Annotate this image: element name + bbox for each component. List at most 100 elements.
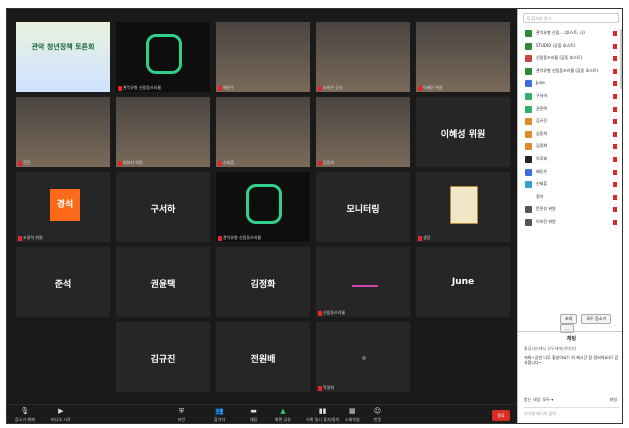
video-tile[interactable]: 준석 [15, 246, 111, 318]
video-tile[interactable]: 관악유향 신림동쓰리룸 [215, 171, 311, 243]
video-tile[interactable]: 신재훈 [215, 96, 311, 168]
breakout-button[interactable]: ▦ 소회의실 [345, 407, 360, 423]
video-tile[interactable]: 관악유향 신림동쓰리룸 [115, 21, 211, 93]
participant-row[interactable]: 김정화 [518, 140, 622, 153]
participant-row[interactable]: STUDIO (공동 호스트) [518, 40, 622, 53]
video-tile[interactable]: 구서하 [115, 171, 211, 243]
participant-row[interactable]: 관악유향 신림동쓰리룸 (공동 호스트) [518, 65, 622, 78]
breakout-label: 소회의실 [345, 417, 360, 422]
participant-list: 관악유향 신림... (호스트, 나) STUDIO (공동 호스트) 신림동쓰리룸… [518, 27, 622, 325]
participant-row[interactable]: 배진우 [518, 166, 622, 179]
video-tile[interactable]: 이혜진 위원 [415, 21, 511, 93]
chat-input[interactable]: 여기에 메시지 입력... [524, 407, 619, 419]
avatar [525, 30, 532, 37]
participants-panel: Q 참가자 찾기 관악유향 신림... (호스트, 나) STUDIO (공동 호… [517, 9, 622, 423]
mute-label: 음소거 해제 [15, 417, 35, 422]
tile-name-label: 조하은 공유 [318, 85, 343, 91]
video-tile[interactable]: 전원배 [215, 321, 311, 393]
mute-all-button[interactable]: 모두 음소거 [581, 314, 612, 324]
participant-row[interactable]: 문민성 위원 [518, 203, 622, 216]
microphone-icon: 🎙 [20, 407, 30, 415]
participant-row[interactable]: 정석 [518, 191, 622, 204]
participant-name: 배진우 [536, 168, 548, 174]
tile-name-label: 생강 [418, 235, 430, 241]
participant-name: 김동희 [536, 130, 548, 136]
end-meeting-button[interactable]: 종료 [492, 410, 510, 421]
video-tile[interactable]: 김정화 [215, 246, 311, 318]
invite-button[interactable]: 초대 [560, 314, 578, 324]
participant-row[interactable]: 관악유향 신림... (호스트, 나) [518, 27, 622, 40]
video-tile[interactable] [15, 321, 111, 393]
chat-button[interactable]: ▬ 채팅 [249, 407, 258, 423]
video-button[interactable]: ▶ 비디오 시작 [51, 407, 71, 423]
participant-search-input[interactable]: Q 참가자 찾기 [523, 13, 619, 23]
participant-name: 관악유향 신림동쓰리룸 (공동 호스트) [536, 67, 599, 73]
tile-display-name: 모니터링 [346, 205, 380, 215]
tile-display-name: June [451, 277, 475, 287]
avatar [525, 193, 532, 201]
camera-icon: ▶ [58, 407, 64, 415]
tile-display-name: 권윤택 [150, 280, 176, 290]
participants-button[interactable]: 👥 참가자 [214, 407, 225, 423]
participant-name: 독로회 [536, 155, 548, 161]
tile-name-label: 관악유향 신림동쓰리룸 [118, 85, 161, 91]
participant-row[interactable]: 독로회 [518, 153, 622, 166]
video-label: 비디오 시작 [51, 417, 71, 422]
muted-mic-icon [613, 144, 617, 150]
video-tile[interactable]: 전진 [15, 96, 111, 168]
muted-mic-icon [613, 207, 617, 213]
muted-mic-icon [613, 31, 617, 36]
participant-row[interactable]: 구서하 [518, 90, 622, 103]
avatar [525, 168, 532, 176]
participant-row[interactable]: 신림동쓰리룸 (공동 호스트) [518, 52, 622, 65]
tile-name-label: 학생회 [318, 385, 334, 391]
participant-row[interactable]: 김동희 [518, 128, 622, 141]
participant-row[interactable]: 권윤택 [518, 103, 622, 116]
zoom-window: 관악 청년정책 토론회 관악유향 신림동쓰리룸 배진우 조하은 공유 이혜진 위원 전진 최… [6, 8, 623, 424]
video-tile[interactable]: 신림동쓰리룸 [315, 246, 411, 318]
muted-mic-icon [118, 85, 122, 91]
muted-mic-icon [613, 131, 617, 137]
muted-mic-icon [613, 182, 617, 188]
avatar [525, 206, 532, 214]
grid-icon: ▦ [349, 407, 356, 415]
share-screen-button[interactable]: ▲ 화면 공유 [275, 407, 291, 423]
video-tile[interactable]: 김동희 [315, 96, 411, 168]
participant-name: 김정화 [536, 143, 548, 149]
avatar [525, 181, 532, 189]
video-tile[interactable]: 생강 [415, 171, 511, 243]
video-tile[interactable]: 모니터링 [315, 171, 411, 243]
video-tile[interactable]: 배진우 [215, 21, 311, 93]
video-tile[interactable]: 조하은 공유 [315, 21, 411, 93]
muted-mic-icon [18, 160, 22, 166]
record-label: 기록 일시 중지/중지 [306, 417, 340, 422]
security-button[interactable]: ⛨ 보안 [177, 407, 186, 423]
video-tile[interactable]: 이혜성 위원 [415, 96, 511, 168]
participant-row[interactable]: 김규진 [518, 115, 622, 128]
video-tile[interactable]: June [415, 246, 511, 318]
video-tile[interactable]: 관악 청년정책 토론회 [15, 21, 111, 93]
video-tile[interactable]: 권윤택 [115, 246, 211, 318]
muted-mic-icon [318, 385, 322, 391]
chat-panel: 채팅 홍길사이에서 모두에게(이야기) 저희~공연 너무 좋았어요!! 저 제시… [518, 331, 622, 423]
participant-name: 신재훈 [536, 181, 548, 187]
reactions-button[interactable]: ☺ 반응 [373, 407, 382, 423]
video-tile[interactable]: 학생회 [315, 321, 411, 393]
tile-display-name: 구서하 [150, 205, 176, 215]
tile-name-label: 신림동쓰리룸 [318, 310, 345, 316]
video-tile[interactable]: 최현지 위원 [115, 96, 211, 168]
participant-row[interactable]: June [518, 77, 622, 90]
muted-mic-icon [613, 169, 617, 175]
chat-to-select[interactable]: 받는 사람: 모두 ▾ [524, 397, 553, 403]
record-button[interactable]: ▮▮ 기록 일시 중지/중지 [306, 407, 339, 423]
chat-file-button[interactable]: 파일 [610, 397, 617, 403]
participant-row[interactable]: 이하진 위원 [518, 216, 622, 229]
tile-name-label: 관악유향 신림동쓰리룸 [218, 235, 261, 241]
video-tile[interactable]: 김규진 [115, 321, 211, 393]
muted-mic-icon [613, 43, 617, 49]
video-tile[interactable]: 경석 조경석 위원 [15, 171, 111, 243]
video-tile[interactable] [415, 321, 511, 393]
mute-button[interactable]: 🎙 음소거 해제 [15, 407, 35, 423]
participant-row[interactable]: 신재훈 [518, 178, 622, 191]
panel-scrollbar[interactable] [620, 29, 622, 89]
